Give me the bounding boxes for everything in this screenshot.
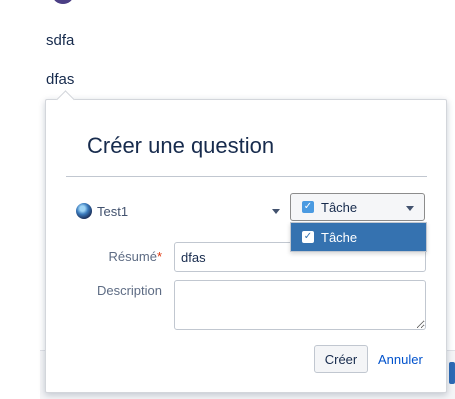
issue-type-select[interactable]: ✓ Tâche (290, 193, 425, 221)
title-divider (66, 176, 427, 177)
required-marker: * (156, 249, 162, 264)
page-text-line[interactable]: dfas (46, 71, 74, 88)
checkbox-icon: ✓ (302, 231, 314, 243)
description-label: Description (96, 283, 162, 298)
cancel-link[interactable]: Annuler (378, 352, 423, 367)
summary-label: Résumé* (108, 249, 162, 264)
issue-type-option[interactable]: ✓ Tâche (291, 223, 426, 251)
create-issue-dialog: Créer une question Test1 ✓ Tâche ✓ Tâche… (45, 99, 447, 393)
project-avatar-icon (76, 203, 92, 219)
description-textarea[interactable] (174, 280, 426, 330)
user-avatar[interactable] (53, 0, 73, 4)
chevron-down-icon (272, 209, 280, 214)
background-button-edge (449, 362, 455, 384)
checkbox-icon: ✓ (302, 201, 314, 213)
project-selector[interactable]: Test1 (76, 198, 282, 224)
issue-type-option-label: Tâche (321, 229, 358, 245)
issue-type-dropdown: ✓ Tâche (290, 222, 427, 252)
dialog-title: Créer une question (87, 133, 275, 158)
create-button[interactable]: Créer (314, 345, 368, 373)
page-text-line: sdfa (46, 32, 75, 49)
issue-type-selected-label: Tâche (321, 199, 358, 215)
project-label: Test1 (97, 203, 129, 219)
chevron-down-icon (406, 206, 414, 211)
